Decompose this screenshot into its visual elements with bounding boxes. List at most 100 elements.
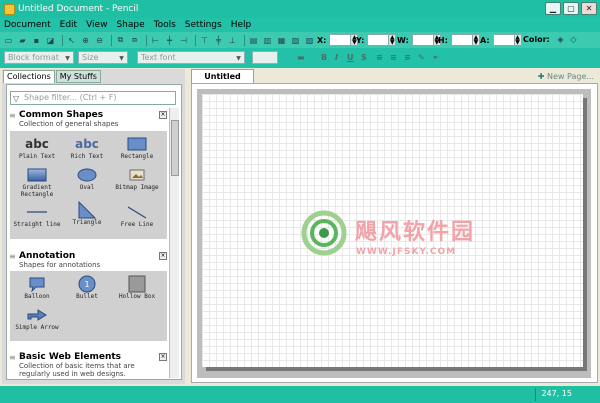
text-color-icon[interactable]: ▬ (297, 53, 305, 62)
tab-collections[interactable]: Collections (3, 70, 55, 83)
angle-spinner[interactable]: ▲ ▼ (514, 34, 522, 46)
menu-bar: Document Edit View Shape Tools Settings … (0, 18, 600, 32)
save-icon[interactable]: ▪ (31, 35, 42, 46)
align-text-left-icon[interactable]: ≡ (376, 53, 383, 62)
text-font-select[interactable]: Text font ▼ (137, 51, 245, 64)
minimize-button[interactable]: ▁ (545, 2, 561, 15)
h-spinner[interactable]: ▲ ▼ (472, 34, 480, 46)
align-right-icon[interactable]: ⊣ (178, 35, 189, 46)
group-icon[interactable]: ⧉ (115, 35, 126, 46)
hollow-box-icon (128, 275, 146, 293)
close-button[interactable]: ✕ (581, 2, 597, 15)
menu-edit[interactable]: Edit (60, 20, 77, 30)
zoom-out-icon[interactable]: ⊖ (94, 35, 105, 46)
pen-icon[interactable]: ✎ (418, 53, 425, 62)
plus-icon: ✚ (537, 72, 545, 81)
common-shapes-header[interactable]: ≡ Common Shapes Collection of general sh… (9, 110, 167, 128)
collapse-icon[interactable]: × (159, 111, 167, 119)
strikethrough-icon[interactable]: S (361, 53, 367, 62)
common-shapes-desc: Collection of general shapes (19, 120, 119, 128)
shape-oval[interactable]: Oval (62, 166, 112, 191)
new-page-button[interactable]: ✚ New Page... (538, 72, 594, 81)
toolbar-separator (195, 34, 196, 46)
bring-front-icon[interactable]: ▤ (248, 35, 259, 46)
align-middle-icon[interactable]: ╪ (213, 35, 224, 46)
align-left-icon[interactable]: ⊢ (150, 35, 161, 46)
chevron-down-icon: ▼ (236, 55, 241, 62)
fill-color-icon[interactable]: ◈ (555, 34, 566, 45)
same-size-icon[interactable]: ▧ (290, 35, 301, 46)
menu-document[interactable]: Document (4, 20, 51, 30)
maximize-button[interactable]: ▢ (563, 2, 579, 15)
shape-balloon[interactable]: Balloon (12, 275, 62, 300)
shape-label: Free Line (120, 221, 154, 228)
basic-web-title: Basic Web Elements (19, 352, 122, 362)
flip-icon[interactable]: ▨ (304, 35, 315, 46)
angle-input[interactable] (492, 34, 515, 46)
new-document-icon[interactable]: ▭ (3, 35, 14, 46)
tab-untitled-page[interactable]: Untitled Page (191, 69, 254, 94)
shape-gradient-rectangle[interactable]: Gradient Rectangle (12, 166, 62, 198)
x-coordinate: X: ▲ ▼ (317, 34, 359, 46)
page-shadow (583, 98, 587, 371)
collapse-icon[interactable]: × (159, 252, 167, 260)
shape-label: Bitmap Image (115, 184, 159, 191)
italic-button[interactable]: I (335, 53, 338, 62)
shape-plain-text[interactable]: abc Plain Text (12, 135, 62, 160)
shape-bitmap-image[interactable]: Bitmap Image (112, 166, 162, 191)
link-icon[interactable]: ⚭ (432, 53, 439, 62)
w-input[interactable] (411, 34, 434, 46)
zoom-in-icon[interactable]: ⊕ (80, 35, 91, 46)
shape-label: Balloon (24, 293, 50, 300)
shape-straight-line[interactable]: Straight line (12, 203, 62, 228)
shape-simple-arrow[interactable]: Simple Arrow (12, 306, 62, 331)
scrollbar-thumb[interactable] (171, 120, 179, 176)
y-spinner[interactable]: ▲ ▼ (389, 34, 397, 46)
common-shapes-title: Common Shapes (19, 110, 104, 120)
panel-scrollbar[interactable] (169, 108, 179, 378)
free-line-icon (127, 206, 147, 219)
align-bottom-icon[interactable]: ⊥ (227, 35, 238, 46)
shape-free-line[interactable]: Free Line (112, 203, 162, 228)
pointer-icon[interactable]: ↖ (66, 35, 77, 46)
open-folder-icon[interactable]: ▰ (17, 35, 28, 46)
font-size-stepper[interactable] (252, 51, 278, 64)
send-back-icon[interactable]: ▥ (262, 35, 273, 46)
shape-hollow-box[interactable]: Hollow Box (112, 275, 162, 300)
shape-rich-text[interactable]: abc Rich Text (62, 135, 112, 160)
shape-rectangle[interactable]: Rectangle (112, 135, 162, 160)
distribute-icon[interactable]: ▦ (276, 35, 287, 46)
x-input[interactable] (329, 34, 352, 46)
shape-label: Bullet (76, 293, 98, 300)
shape-filter-input[interactable]: ▽ Shape filter... (Ctrl + F) (10, 91, 176, 105)
grip-icon: ≡ (9, 111, 16, 120)
annotation-header[interactable]: ≡ Annotation Shapes for annotations × (9, 251, 167, 269)
menu-settings[interactable]: Settings (185, 20, 222, 30)
block-format-select[interactable]: Block format ▼ (4, 51, 74, 64)
line-icon (27, 211, 47, 213)
align-text-center-icon[interactable]: ≡ (390, 53, 397, 62)
tab-my-stuffs[interactable]: My Stuffs (55, 70, 101, 83)
h-input[interactable] (450, 34, 473, 46)
align-text-right-icon[interactable]: ≡ (404, 53, 411, 62)
stroke-color-icon[interactable]: ◇ (568, 34, 579, 45)
shape-bullet[interactable]: 1 Bullet (62, 275, 112, 300)
menu-shape[interactable]: Shape (116, 20, 144, 30)
menu-help[interactable]: Help (231, 20, 252, 30)
shape-triangle[interactable]: Triangle (62, 201, 112, 226)
menu-tools[interactable]: Tools (154, 20, 176, 30)
y-input[interactable] (367, 34, 390, 46)
collapse-icon[interactable]: × (159, 353, 167, 361)
basic-web-elements-header[interactable]: ≡ Basic Web Elements Collection of basic… (9, 352, 167, 378)
bold-button[interactable]: B (321, 53, 327, 62)
ungroup-icon[interactable]: ⧈ (129, 35, 140, 46)
title-bar: Untitled Document - Pencil (0, 0, 600, 18)
align-top-icon[interactable]: ⊤ (199, 35, 210, 46)
menu-view[interactable]: View (86, 20, 107, 30)
shape-label: Rectangle (120, 153, 154, 160)
export-icon[interactable]: ◪ (45, 35, 56, 46)
underline-button[interactable]: U (347, 53, 354, 62)
size-select[interactable]: Size ▼ (78, 51, 128, 64)
size-value: Size (82, 53, 99, 62)
align-center-icon[interactable]: ┿ (164, 35, 175, 46)
